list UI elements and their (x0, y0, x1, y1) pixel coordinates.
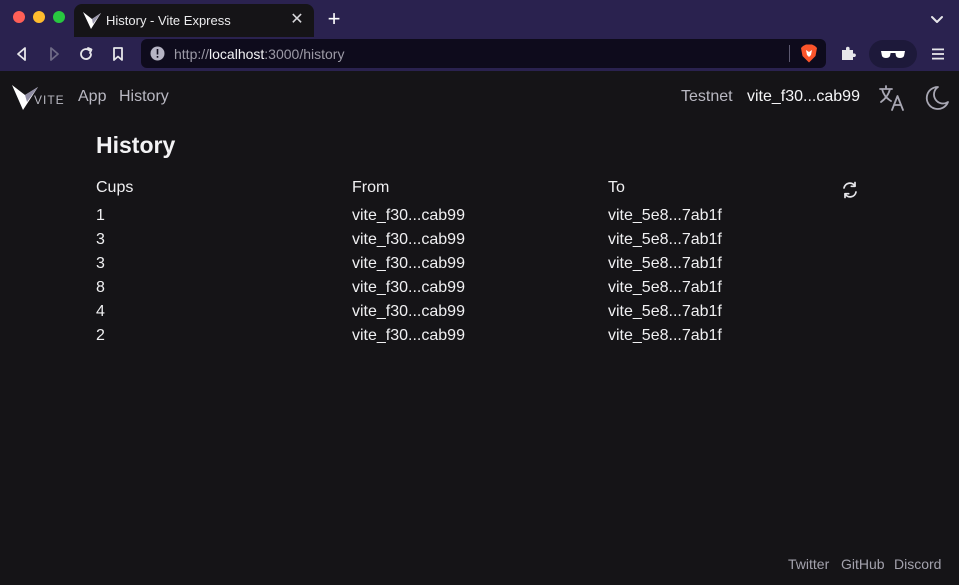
refresh-icon[interactable] (840, 180, 860, 200)
nav-link-history[interactable]: History (119, 88, 169, 106)
browser-toolbar: http://localhost:3000/history (0, 37, 959, 71)
address-bar[interactable]: http://localhost:3000/history (141, 39, 826, 68)
cups-cell: 1 (96, 207, 105, 224)
translate-icon[interactable] (878, 84, 906, 112)
extensions-button[interactable] (835, 41, 861, 67)
from-address-cell: vite_f30...cab99 (352, 279, 465, 296)
moon-icon[interactable] (922, 84, 950, 112)
url-host: localhost (209, 46, 265, 62)
vite-logo-icon (83, 12, 101, 29)
forward-arrow-icon (50, 47, 59, 61)
hamburger-menu-icon (932, 48, 944, 60)
to-address-cell: vite_5e8...7ab1f (608, 303, 722, 320)
to-address-cell: vite_5e8...7ab1f (608, 231, 722, 248)
cups-cell: 2 (96, 327, 105, 344)
from-address-cell: vite_f30...cab99 (352, 303, 465, 320)
reload-icon (80, 47, 93, 60)
from-address-cell: vite_f30...cab99 (352, 327, 465, 344)
address-bar-divider (789, 45, 790, 62)
footer-link-discord[interactable]: Discord (894, 556, 941, 572)
glasses-icon (881, 51, 905, 58)
column-header-from: From (352, 179, 390, 196)
to-address-cell: vite_5e8...7ab1f (608, 327, 722, 344)
cups-cell: 8 (96, 279, 105, 296)
tab-close-icon[interactable]: ✕ (286, 9, 308, 31)
from-address-cell: vite_f30...cab99 (352, 231, 465, 248)
from-address-cell: vite_f30...cab99 (352, 207, 465, 224)
browser-menu-button[interactable] (925, 41, 951, 67)
to-address-cell: vite_5e8...7ab1f (608, 279, 722, 296)
history-table-body: 1 vite_f30...cab99 vite_5e8...7ab1f 3 vi… (0, 205, 959, 349)
table-row: 3 vite_f30...cab99 vite_5e8...7ab1f (0, 229, 959, 253)
page-title: History (96, 132, 176, 158)
wallet-address[interactable]: vite_f30...cab99 (747, 88, 860, 106)
nav-link-app[interactable]: App (78, 88, 106, 106)
wallet-extension-button[interactable] (869, 40, 917, 68)
cups-cell: 3 (96, 231, 105, 248)
column-header-to: To (608, 179, 625, 196)
url-scheme: http:// (174, 46, 210, 62)
from-address-cell: vite_f30...cab99 (352, 255, 465, 272)
info-icon[interactable] (150, 46, 165, 61)
bookmark-button[interactable] (105, 41, 131, 67)
puzzle-icon (842, 46, 856, 60)
cups-cell: 3 (96, 255, 105, 272)
vite-logo-icon: VITE (12, 85, 64, 110)
to-address-cell: vite_5e8...7ab1f (608, 207, 722, 224)
column-header-cups: Cups (96, 179, 134, 196)
browser-tab-strip: History - Vite Express ✕ + (0, 0, 959, 37)
reload-button[interactable] (73, 41, 99, 67)
bookmark-icon (113, 47, 123, 61)
back-button[interactable] (9, 41, 35, 67)
brave-shield-icon[interactable] (800, 44, 818, 63)
window-close-button[interactable] (13, 11, 25, 23)
vite-logo[interactable]: VITE (12, 83, 64, 111)
table-row: 4 vite_f30...cab99 vite_5e8...7ab1f (0, 301, 959, 325)
network-selector[interactable]: Testnet (681, 88, 733, 106)
browser-tab-active[interactable]: History - Vite Express ✕ (74, 4, 314, 37)
cups-cell: 4 (96, 303, 105, 320)
logo-text: VITE (34, 93, 64, 107)
footer-link-github[interactable]: GitHub (841, 556, 885, 572)
back-arrow-icon (17, 47, 26, 61)
table-row: 1 vite_f30...cab99 vite_5e8...7ab1f (0, 205, 959, 229)
new-tab-button[interactable]: + (322, 8, 346, 32)
window-zoom-button[interactable] (53, 11, 65, 23)
forward-button[interactable] (41, 41, 67, 67)
tab-title: History - Vite Express (106, 13, 231, 28)
table-row: 3 vite_f30...cab99 vite_5e8...7ab1f (0, 253, 959, 277)
url-path: :3000/history (264, 46, 345, 62)
footer-link-twitter[interactable]: Twitter (788, 556, 829, 572)
chevron-down-icon[interactable] (926, 10, 948, 30)
to-address-cell: vite_5e8...7ab1f (608, 255, 722, 272)
window-minimize-button[interactable] (33, 11, 45, 23)
table-row: 2 vite_f30...cab99 vite_5e8...7ab1f (0, 325, 959, 349)
url-text[interactable]: http://localhost:3000/history (174, 46, 344, 62)
table-row: 8 vite_f30...cab99 vite_5e8...7ab1f (0, 277, 959, 301)
